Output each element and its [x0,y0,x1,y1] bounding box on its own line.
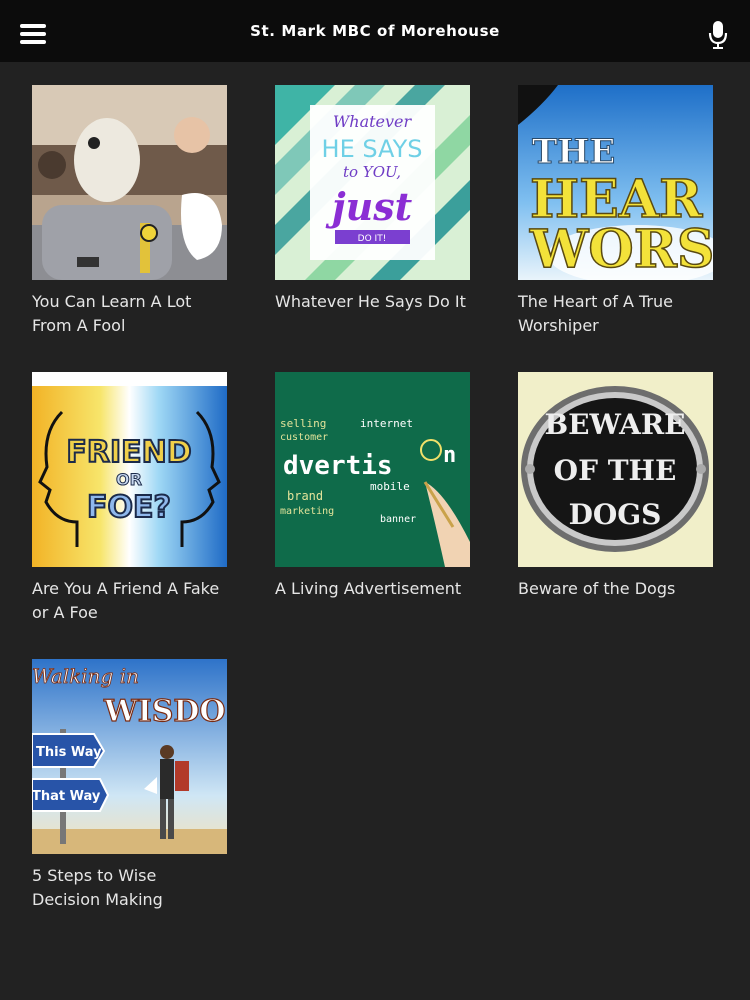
art-text: DO IT! [358,234,387,244]
app-header: St. Mark MBC of Morehouse [0,0,750,62]
sermon-title: You Can Learn A Lot From A Fool [32,292,192,335]
art-text: selling [280,417,326,430]
sermon-card[interactable]: You Can Learn A Lot From A Fool [32,85,227,372]
sermon-title: A Living Advertisement [275,579,462,598]
sermon-card[interactable]: THE HEAR WORS The Heart of A True Worshi… [518,85,713,372]
microphone-icon[interactable] [708,20,728,50]
sermon-title: Beware of the Dogs [518,579,676,598]
art-text: BEWARE [545,408,686,441]
sermon-title: Whatever He Says Do It [275,292,466,311]
art-text: dvertis [283,451,393,481]
heart-worship-thumbnail: THE HEAR WORS [518,85,713,280]
art-text: customer [280,432,328,443]
art-text: Whatever [333,112,413,131]
advertising-chalkboard-thumbnail: selling customer internet dvertis n mobi… [275,372,470,567]
art-text: mobile [370,480,410,493]
art-text: Walking in [32,664,139,688]
art-text: brand [287,489,323,503]
art-text: FRIEND [66,435,191,470]
art-text: HE SAYS [322,135,423,163]
sermon-card[interactable]: Walking in WISDO This Way That Way 5 Ste… [32,659,227,946]
art-text: That Way [32,789,101,804]
sermon-grid: You Can Learn A Lot From A Fool Whatever… [32,85,713,946]
app-title: St. Mark MBC of Morehouse [250,22,500,40]
art-text: WORS [529,219,713,280]
hamburger-menu-icon[interactable] [20,24,46,44]
art-text: n [443,443,456,468]
art-text: DOGS [569,498,662,531]
art-text: marketing [280,506,334,517]
beware-of-dogs-thumbnail: BEWARE OF THE DOGS [518,372,713,567]
sermon-card[interactable]: BEWARE OF THE DOGS Beware of the Dogs [518,372,713,659]
art-text: internet [360,417,413,430]
whatever-he-says-thumbnail: Whatever HE SAYS to YOU, just DO IT! [275,85,470,280]
art-text: OF THE [554,454,677,487]
art-text: This Way [36,745,102,760]
art-text: just [325,184,413,229]
sermon-title: 5 Steps to Wise Decision Making [32,866,163,909]
art-text: banner [380,514,416,525]
crash-test-dummy-thumbnail [32,85,227,280]
sermon-card[interactable]: Whatever HE SAYS to YOU, just DO IT! Wha… [275,85,470,372]
art-text: THE [532,132,615,172]
art-text: OR [116,470,142,489]
walking-in-wisdom-thumbnail: Walking in WISDO This Way That Way [32,659,227,854]
sermon-card[interactable]: selling customer internet dvertis n mobi… [275,372,470,659]
friend-or-foe-thumbnail: FRIEND OR FOE? [32,372,227,567]
sermon-title: The Heart of A True Worshiper [518,292,673,335]
sermon-card[interactable]: FRIEND OR FOE? Are You A Friend A Fake o… [32,372,227,659]
art-text: FOE? [87,490,171,525]
art-text: to YOU, [343,163,401,181]
art-text: WISDO [103,694,226,729]
sermon-title: Are You A Friend A Fake or A Foe [32,579,220,622]
